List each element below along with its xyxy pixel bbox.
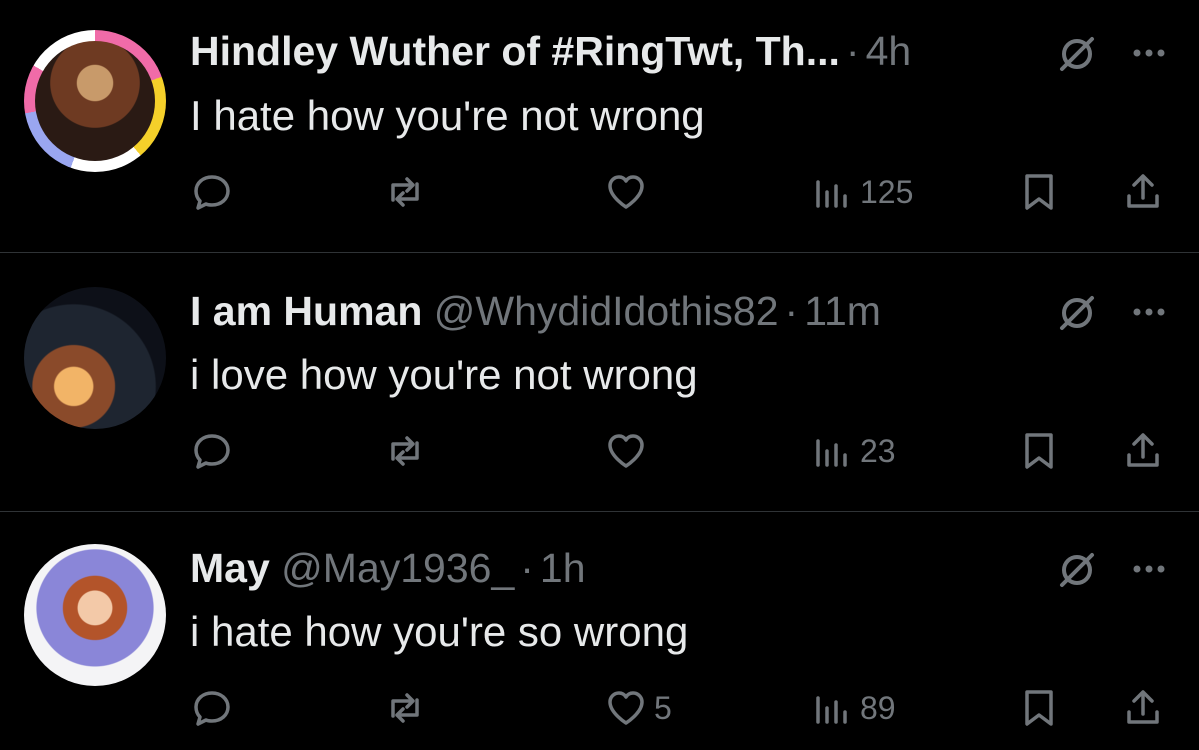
- grok-icon[interactable]: [1054, 546, 1100, 592]
- like-button[interactable]: 5: [604, 680, 672, 736]
- like-icon: [608, 175, 644, 209]
- avatar[interactable]: [24, 544, 166, 686]
- views-icon: [816, 180, 847, 208]
- like-icon: [608, 691, 644, 725]
- tweet-actions: 5 89: [0, 680, 1199, 736]
- tweet-text: I hate how you're not wrong: [190, 92, 705, 139]
- tweet[interactable]: I am Human @WhydidIdothis82 · 11m i love h…: [0, 253, 1199, 511]
- tweet-actions: 23: [0, 423, 1199, 479]
- bookmark-icon: [1025, 690, 1053, 726]
- share-button[interactable]: [1121, 164, 1165, 220]
- views-button[interactable]: 125: [810, 164, 913, 220]
- bookmark-button[interactable]: [1017, 680, 1061, 736]
- reply-button[interactable]: [190, 164, 234, 220]
- reply-button[interactable]: [190, 423, 234, 479]
- timestamp[interactable]: 11m: [804, 288, 881, 334]
- view-count: 23: [860, 432, 896, 469]
- like-button[interactable]: [604, 423, 654, 479]
- retweet-icon: [391, 693, 419, 723]
- grok-icon[interactable]: [1054, 30, 1100, 76]
- user-handle[interactable]: @WhydidIdothis82: [434, 288, 779, 334]
- share-icon: [1127, 433, 1159, 467]
- timeline-feed: Hindley Wuther of #RingTwt, Th... · 4h I h…: [0, 0, 1199, 750]
- retweet-button[interactable]: [383, 164, 427, 220]
- more-icon[interactable]: [1126, 546, 1172, 592]
- more-icon[interactable]: [1126, 30, 1172, 76]
- share-button[interactable]: [1121, 423, 1165, 479]
- display-name[interactable]: May: [190, 545, 270, 591]
- more-icon[interactable]: [1126, 289, 1172, 335]
- reply-icon: [194, 434, 230, 469]
- bookmark-button[interactable]: [1017, 164, 1061, 220]
- reply-icon: [194, 691, 230, 726]
- bookmark-icon: [1025, 433, 1053, 469]
- like-icon: [608, 434, 644, 468]
- avatar[interactable]: [24, 30, 166, 172]
- tweet-actions: 125: [0, 164, 1199, 220]
- avatar[interactable]: [24, 287, 166, 429]
- separator-dot: ·: [520, 545, 534, 591]
- bookmark-icon: [1025, 174, 1053, 210]
- retweet-button[interactable]: [383, 680, 427, 736]
- user-handle[interactable]: @May1936_: [281, 545, 514, 591]
- view-count: 125: [860, 173, 914, 210]
- grok-icon[interactable]: [1054, 289, 1100, 335]
- timestamp[interactable]: 1h: [540, 545, 586, 591]
- views-icon: [816, 696, 847, 724]
- like-button[interactable]: [604, 164, 654, 220]
- timestamp[interactable]: 4h: [866, 28, 912, 74]
- reply-button[interactable]: [190, 680, 234, 736]
- display-name[interactable]: Hindley Wuther of #RingTwt, Th...: [190, 28, 840, 74]
- views-icon: [816, 439, 847, 467]
- like-count: 5: [654, 689, 672, 726]
- retweet-icon: [391, 177, 419, 207]
- separator-dot: ·: [784, 288, 799, 334]
- view-count: 89: [860, 689, 896, 726]
- views-button[interactable]: 23: [810, 423, 896, 479]
- share-icon: [1127, 174, 1159, 208]
- tweet-text: i hate how you're so wrong: [190, 608, 689, 655]
- views-button[interactable]: 89: [810, 680, 896, 736]
- tweet-header: Hindley Wuther of #RingTwt, Th... · 4h: [190, 23, 911, 79]
- tweet-header: May @May1936_ · 1h: [190, 540, 586, 596]
- tweet-text: i love how you're not wrong: [190, 351, 698, 398]
- separator-dot: ·: [845, 28, 860, 74]
- tweet[interactable]: May @May1936_ · 1h i hate how you're so wr…: [0, 512, 1199, 750]
- tweet-header: I am Human @WhydidIdothis82 · 11m: [190, 283, 881, 339]
- share-button[interactable]: [1121, 680, 1165, 736]
- share-icon: [1127, 690, 1159, 724]
- retweet-icon: [391, 436, 419, 466]
- display-name[interactable]: I am Human: [190, 288, 422, 334]
- retweet-button[interactable]: [383, 423, 427, 479]
- reply-icon: [194, 175, 230, 210]
- tweet[interactable]: Hindley Wuther of #RingTwt, Th... · 4h I h…: [0, 0, 1199, 252]
- bookmark-button[interactable]: [1017, 423, 1061, 479]
